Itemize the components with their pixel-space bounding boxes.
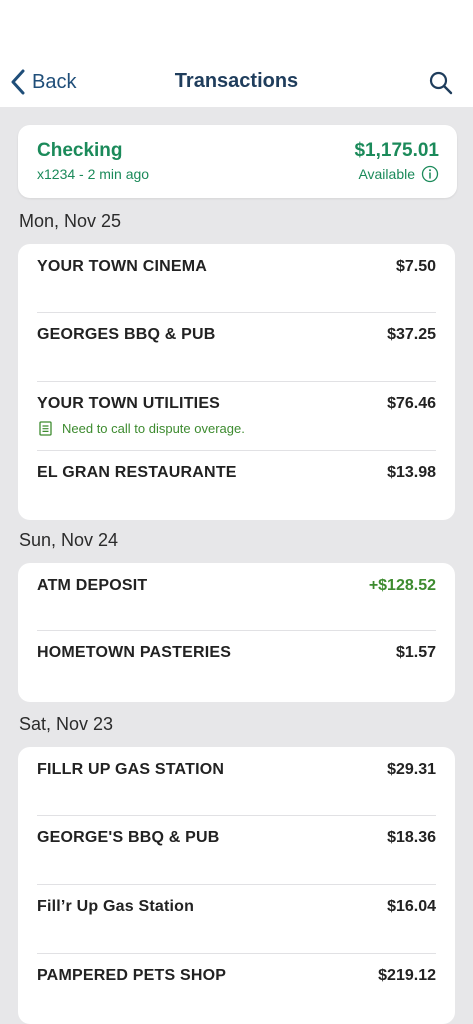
account-summary-card[interactable]: Checking x1234 - 2 min ago $1,175.01 Ava… [18,125,457,198]
available-label-row: Available [358,165,439,183]
transaction-row[interactable]: YOUR TOWN CINEMA $7.50 [18,244,455,312]
transaction-name: YOUR TOWN CINEMA [37,258,208,275]
transaction-amount: $37.25 [387,326,436,343]
note-icon [39,421,52,436]
transaction-name: GEORGE'S BBQ & PUB [37,829,220,846]
row-divider [37,381,436,382]
row-divider [37,815,436,816]
transaction-row[interactable]: EL GRAN RESTAURANTE $13.98 [18,450,455,518]
transaction-name: YOUR TOWN UTILITIES [37,395,221,412]
transaction-amount: $13.98 [387,464,436,481]
date-header: Sat, Nov 23 [19,714,114,734]
transactions-card: ATM DEPOSIT +$128.52 HOMETOWN PASTERIES … [18,563,455,702]
row-divider [37,312,436,313]
transaction-row[interactable]: YOUR TOWN UTILITIES $76.46 Need to call … [18,381,455,449]
date-header: Sun, Nov 24 [19,530,119,550]
transaction-amount: $219.12 [378,967,436,984]
account-subtitle: x1234 - 2 min ago [37,166,150,182]
transaction-name: FILLR UP GAS STATION [37,761,225,778]
account-name: Checking [37,140,123,161]
transaction-row[interactable]: ATM DEPOSIT +$128.52 [18,563,455,631]
transaction-name: GEORGES BBQ & PUB [37,326,216,343]
row-divider [37,450,436,451]
transaction-amount: $1.57 [395,644,436,661]
transaction-note: Need to call to dispute overage. [39,421,245,436]
transaction-row[interactable]: PAMPERED PETS SHOP $219.12 [18,953,455,1021]
transactions-card: FILLR UP GAS STATION $29.31 GEORGE'S BBQ… [18,747,455,1024]
transaction-name: ATM DEPOSIT [37,577,148,594]
date-header: Mon, Nov 25 [19,211,122,231]
transaction-row[interactable]: GEORGES BBQ & PUB $37.25 [18,312,455,380]
info-icon[interactable] [421,165,439,183]
transaction-row[interactable]: Fill’r Up Gas Station $16.04 [18,884,455,952]
transaction-name: PAMPERED PETS SHOP [37,967,227,984]
note-text: Need to call to dispute overage. [62,421,245,436]
page-title: Transactions [174,70,299,92]
transaction-row[interactable]: FILLR UP GAS STATION $29.31 [18,747,455,815]
transactions-card: YOUR TOWN CINEMA $7.50 GEORGES BBQ & PUB… [18,244,455,520]
transaction-name: EL GRAN RESTAURANTE [37,464,237,481]
row-divider [37,630,436,631]
row-divider [37,953,436,954]
transaction-amount: $29.31 [387,761,436,778]
top-navigation-bar: Back Transactions [0,0,473,107]
transaction-amount: $16.04 [387,898,436,915]
transaction-amount: $76.46 [387,395,436,412]
account-balance: $1,175.01 [354,140,439,161]
search-icon[interactable] [428,70,454,96]
transaction-name: HOMETOWN PASTERIES [37,644,232,661]
transaction-name: Fill’r Up Gas Station [37,898,195,915]
transaction-row[interactable]: HOMETOWN PASTERIES $1.57 [18,630,455,698]
available-label: Available [358,166,415,182]
transaction-row[interactable]: GEORGE'S BBQ & PUB $18.36 [18,815,455,883]
row-divider [37,884,436,885]
transaction-amount: +$128.52 [368,577,436,594]
transaction-amount: $18.36 [387,829,436,846]
transaction-amount: $7.50 [395,258,436,275]
